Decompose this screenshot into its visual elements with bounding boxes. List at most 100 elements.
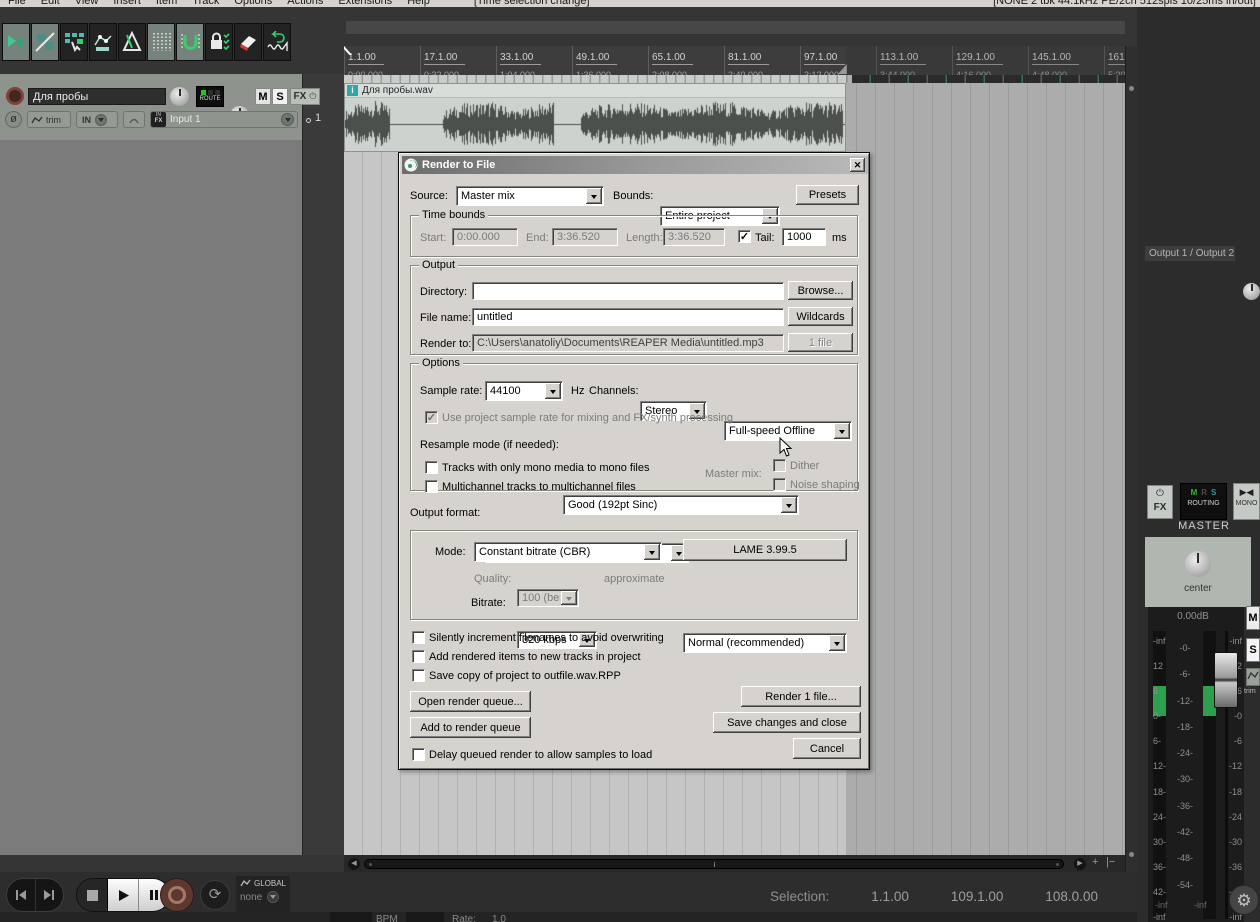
chevron-down-icon[interactable] (95, 113, 107, 126)
filename-field[interactable]: untitled (472, 308, 784, 326)
master-solo-button[interactable]: S (1246, 638, 1260, 662)
go-to-start-button[interactable] (7, 879, 36, 911)
ruler-cell[interactable]: 33.1.00 1:04.000 (496, 46, 572, 75)
ruler-cell[interactable]: 49.1.00 1:36.000 (572, 46, 648, 75)
master-fx-button[interactable]: ⏻ FX (1147, 485, 1173, 519)
multichannel-checkbox[interactable] (425, 480, 438, 493)
record-input-mode[interactable]: IN (76, 111, 118, 128)
menu-item[interactable]: Help (407, 0, 430, 7)
item-info-icon[interactable]: i (347, 85, 358, 96)
grid-icon[interactable] (147, 23, 175, 61)
media-item[interactable]: i Для пробы.wav (344, 83, 846, 152)
master-pan-knob[interactable] (1185, 551, 1211, 577)
ruler-cell[interactable]: 1.1.00 0:00.000 (344, 46, 420, 75)
zoom-out-icon[interactable]: |− (1106, 856, 1115, 868)
dialog-titlebar[interactable]: Render to File ✕ (402, 156, 868, 174)
zoom-in-icon[interactable]: + (1092, 856, 1098, 868)
snap-magnet-icon[interactable] (176, 23, 204, 61)
directory-field[interactable] (472, 282, 784, 300)
menu-item[interactable]: Options (234, 0, 272, 7)
undo-history-icon[interactable] (263, 23, 291, 61)
lame-version-button[interactable]: LAME 3.99.5 (683, 539, 847, 561)
master-fader-handle[interactable] (1214, 652, 1238, 708)
tail-field[interactable]: 1000 (782, 228, 826, 246)
track-volume-knob[interactable] (170, 87, 189, 106)
record-arm-button[interactable] (6, 87, 24, 105)
tail-checkbox[interactable]: ✓ (738, 230, 751, 243)
source-select[interactable]: Master mix (456, 186, 604, 206)
cancel-button[interactable]: Cancel (793, 738, 861, 759)
add-to-render-queue-button[interactable]: Add to render queue (410, 717, 531, 738)
hscroll-left-arrow[interactable]: ◀ (348, 858, 360, 870)
save-copy-checkbox[interactable] (412, 669, 425, 682)
menu-item[interactable]: Edit (41, 0, 60, 7)
menu-item[interactable]: Actions (287, 0, 323, 7)
metronome-icon[interactable] (118, 23, 146, 61)
master-peak-db[interactable]: 0.00dB (1148, 611, 1238, 622)
presets-button[interactable]: Presets (796, 185, 859, 205)
eraser-icon[interactable] (234, 23, 262, 61)
menu-item[interactable]: Item (156, 0, 177, 7)
close-icon[interactable]: ✕ (850, 158, 865, 172)
selection-readout[interactable]: Selection: 1.1.00 109.1.00 108.0.00 (770, 889, 1098, 904)
ruler-tick-strip[interactable] (344, 75, 852, 83)
open-render-queue-button[interactable]: Open render queue... (410, 691, 531, 712)
hscroll-track[interactable] (364, 859, 1064, 869)
resample-select[interactable]: Good (192pt Sinc) (563, 495, 799, 515)
repeat-button[interactable]: ⟳ (200, 880, 230, 910)
ruler-cell[interactable]: 65.1.00 2:08.000 (648, 46, 724, 75)
ripple-edit-icon[interactable] (60, 23, 88, 61)
render-button[interactable]: Render 1 file... (741, 686, 861, 707)
ruler-cell[interactable]: 81.1.00 2:40.000 (724, 46, 800, 75)
menu-item[interactable]: View (75, 0, 99, 7)
track-fx-button[interactable]: FX ⏻ (290, 88, 320, 105)
mono-tracks-checkbox[interactable] (425, 461, 438, 474)
lock-settings-icon[interactable] (205, 23, 233, 61)
media-item-header[interactable]: i Для пробы.wav (345, 84, 845, 98)
output-channel-label[interactable]: Output 1 / Output 2 (1145, 246, 1235, 261)
menu-item[interactable]: Extensions (338, 0, 392, 7)
rate-value[interactable]: 1.0 (492, 914, 506, 922)
mode-select[interactable]: Constant bitrate (CBR) (474, 542, 662, 562)
route-button[interactable]: ROUTE (196, 86, 224, 107)
fx-power-icon[interactable]: ⏻ (309, 91, 316, 102)
input-selector[interactable]: IN FX Input 1 (150, 111, 298, 128)
save-changes-close-button[interactable]: Save changes and close (713, 712, 861, 733)
chevron-down-icon[interactable] (281, 113, 294, 126)
track-name-field[interactable]: Для пробы (28, 88, 166, 105)
browse-button[interactable]: Browse... (788, 281, 853, 300)
arrange-mode-icon[interactable] (2, 23, 30, 61)
phase-button[interactable]: ø (5, 111, 22, 128)
master-settings-gear[interactable]: ⚙ (1229, 885, 1259, 915)
master-mute-button[interactable]: M (1246, 606, 1260, 630)
silently-increment-checkbox[interactable] (412, 631, 425, 644)
menu-item[interactable]: File (8, 0, 26, 7)
menu-item[interactable]: Insert (113, 0, 141, 7)
waveform[interactable] (345, 98, 845, 151)
trim-envelope-button[interactable]: trim (27, 111, 71, 128)
power-icon[interactable]: ⏻ (1148, 486, 1172, 501)
add-rendered-checkbox[interactable] (412, 650, 425, 663)
play-button[interactable] (108, 879, 139, 911)
record-button[interactable] (160, 878, 194, 912)
vscroll[interactable] (1125, 46, 1137, 872)
output-knob[interactable] (1243, 283, 1260, 300)
monitor-button[interactable] (123, 111, 145, 128)
encoding-quality-select[interactable]: Normal (recommended) (683, 633, 847, 653)
stop-button[interactable] (77, 879, 108, 911)
envelope-points-icon[interactable] (89, 23, 117, 61)
master-trim-button[interactable] (1246, 668, 1260, 686)
track-solo-button[interactable]: S (272, 88, 288, 105)
menu-item[interactable]: Track (192, 0, 219, 7)
global-automation-box[interactable]: GLOBAL none (236, 876, 290, 914)
master-routing-button[interactable]: M R S ROUTING (1180, 483, 1227, 520)
chevron-down-icon[interactable] (267, 891, 280, 903)
track-mute-button[interactable]: M (255, 88, 271, 105)
item-grouping-icon[interactable] (31, 23, 59, 61)
ruler-cell[interactable]: 17.1.00 0:32.000 (420, 46, 496, 75)
go-to-end-button[interactable] (36, 879, 64, 911)
master-mono-button[interactable]: ▶◀ MONO (1233, 483, 1260, 520)
sample-rate-select[interactable]: 44100 (485, 381, 563, 401)
delay-queued-checkbox[interactable] (412, 748, 425, 761)
wildcards-button[interactable]: Wildcards (788, 307, 853, 326)
